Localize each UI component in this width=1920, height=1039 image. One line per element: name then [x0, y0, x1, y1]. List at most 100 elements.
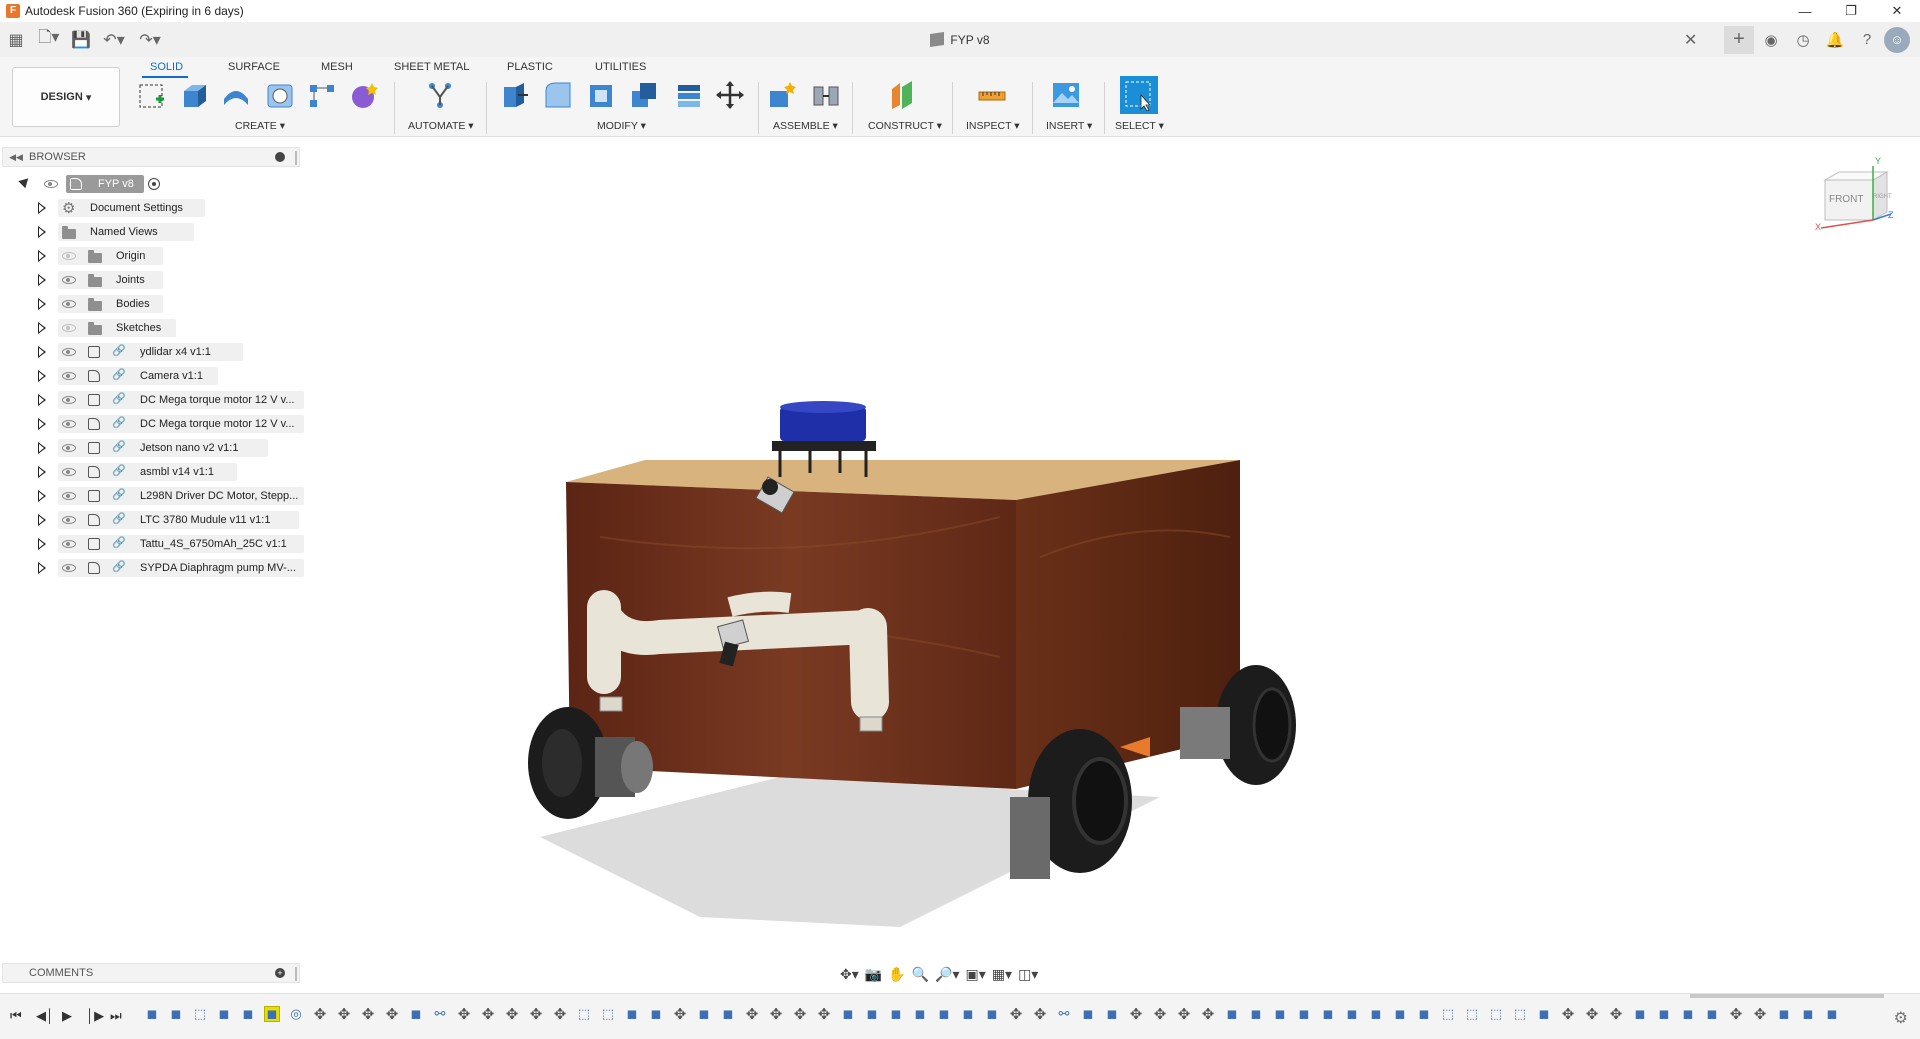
visibility-eye-icon[interactable] [62, 348, 76, 356]
pan-icon[interactable]: ✋ [888, 966, 905, 983]
timeline-move-feature-icon[interactable]: ✥ [1728, 1006, 1744, 1023]
timeline-move-feature-icon[interactable]: ✥ [528, 1006, 544, 1023]
timeline-move-feature-icon[interactable]: ✥ [360, 1006, 376, 1023]
browser-resize-handle[interactable] [295, 151, 297, 165]
timeline-move-feature-icon[interactable]: ✥ [792, 1006, 808, 1023]
timeline-body-feature-icon[interactable]: ◼ [168, 1006, 184, 1022]
timeline-move-feature-icon[interactable]: ✥ [744, 1006, 760, 1023]
timeline-body-feature-icon[interactable]: ◼ [888, 1006, 904, 1022]
expand-arrow-icon[interactable] [38, 513, 50, 527]
step-back-icon[interactable]: ◀│ [36, 1008, 54, 1024]
zoom-icon[interactable]: 🔍 [912, 966, 929, 983]
timeline-move-feature-icon[interactable]: ✥ [1560, 1006, 1576, 1023]
extensions-icon[interactable]: ◉ [1756, 26, 1786, 54]
expand-arrow-icon[interactable] [38, 465, 50, 479]
extrude-icon[interactable] [178, 79, 210, 111]
close-icon[interactable]: ✕ [1874, 0, 1920, 22]
timeline-move-feature-icon[interactable]: ✥ [816, 1006, 832, 1023]
expand-arrow-icon[interactable] [38, 345, 50, 359]
visibility-eye-icon[interactable] [62, 468, 76, 476]
timeline-body-feature-icon[interactable]: ◼ [1224, 1006, 1240, 1022]
timeline-body-feature-icon[interactable]: ◼ [1368, 1006, 1384, 1022]
tab-surface[interactable]: SURFACE [228, 61, 280, 73]
timeline-body-feature-icon[interactable]: ◼ [864, 1006, 880, 1022]
group-select[interactable]: SELECT ▾ [1115, 120, 1164, 132]
timeline-sketch-feature-icon[interactable]: ⬚ [576, 1006, 592, 1022]
timeline-joint-feature-icon[interactable]: ⚯ [432, 1006, 448, 1022]
expand-arrow-icon[interactable] [38, 561, 50, 575]
timeline-body-feature-icon[interactable]: ◼ [696, 1006, 712, 1022]
visibility-eye-icon[interactable] [62, 540, 76, 548]
timeline-body-feature-icon[interactable]: ◼ [840, 1006, 856, 1022]
timeline-body-feature-icon[interactable]: ◼ [984, 1006, 1000, 1022]
shell-icon[interactable] [586, 79, 618, 111]
timeline-body-feature-icon[interactable]: ◼ [960, 1006, 976, 1022]
timeline-sketch-feature-icon[interactable]: ⬚ [600, 1006, 616, 1022]
group-create[interactable]: CREATE ▾ [235, 120, 285, 132]
timeline-body-feature-icon[interactable]: ◼ [1416, 1006, 1432, 1022]
go-to-start-icon[interactable]: ⏮ [10, 1008, 22, 1024]
expand-arrow-icon[interactable] [38, 297, 50, 311]
timeline-body-feature-icon[interactable]: ◼ [264, 1006, 280, 1022]
tab-solid[interactable]: SOLID [150, 61, 183, 73]
timeline-body-feature-icon[interactable]: ◼ [1680, 1006, 1696, 1022]
group-construct[interactable]: CONSTRUCT ▾ [868, 120, 942, 132]
timeline-body-feature-icon[interactable]: ◼ [1656, 1006, 1672, 1022]
grid-menu-icon[interactable]: ▦ [0, 22, 32, 57]
visibility-eye-icon[interactable] [62, 396, 76, 404]
timeline-sketch-feature-icon[interactable]: ⬚ [192, 1006, 208, 1022]
expand-arrow-icon[interactable] [38, 537, 50, 551]
timeline-body-feature-icon[interactable]: ◼ [1080, 1006, 1096, 1022]
expand-arrow-icon[interactable] [38, 417, 50, 431]
browser-item[interactable]: Joints [0, 269, 300, 291]
visibility-eye-icon[interactable] [62, 492, 76, 500]
tab-plastic[interactable]: PLASTIC [507, 61, 553, 73]
timeline-body-feature-icon[interactable]: ◼ [408, 1006, 424, 1022]
3d-viewport[interactable] [300, 137, 1920, 967]
restore-icon[interactable]: ❐ [1828, 0, 1874, 22]
collapse-browser-icon[interactable]: ◀◀ [3, 152, 29, 163]
timeline-sketch-feature-icon[interactable]: ⬚ [1512, 1006, 1528, 1022]
minimize-icon[interactable]: — [1782, 0, 1828, 22]
display-settings-icon[interactable]: ▣▾ [966, 966, 986, 983]
timeline-body-feature-icon[interactable]: ◼ [1248, 1006, 1264, 1022]
orbit-icon[interactable]: ✥▾ [840, 966, 859, 983]
timeline-sketch-feature-icon[interactable]: ⬚ [1488, 1006, 1504, 1022]
revolve-icon[interactable] [220, 79, 252, 111]
browser-item[interactable]: Sketches [0, 317, 300, 339]
notifications-icon[interactable]: 🔔 [1820, 26, 1850, 54]
timeline-body-feature-icon[interactable]: ◼ [1536, 1006, 1552, 1022]
tab-utilities[interactable]: UTILITIES [595, 61, 646, 73]
timeline-move-feature-icon[interactable]: ✥ [1176, 1006, 1192, 1023]
save-icon[interactable]: 💾 [66, 22, 96, 57]
timeline-move-feature-icon[interactable]: ✥ [456, 1006, 472, 1023]
timeline-joint-feature-icon[interactable]: ⚯ [1056, 1006, 1072, 1022]
timeline-move-feature-icon[interactable]: ✥ [480, 1006, 496, 1023]
timeline-body-feature-icon[interactable]: ◼ [1800, 1006, 1816, 1022]
timeline-move-feature-icon[interactable]: ✥ [336, 1006, 352, 1023]
expand-arrow-icon[interactable] [38, 225, 50, 239]
go-to-end-icon[interactable]: ⏭ [110, 1008, 122, 1024]
collapse-root-icon[interactable] [18, 174, 32, 189]
tab-mesh[interactable]: MESH [321, 61, 353, 73]
viewcube-right-face[interactable]: RIGHT [1873, 194, 1892, 200]
timeline-body-feature-icon[interactable]: ◼ [144, 1006, 160, 1022]
timeline-body-feature-icon[interactable]: ◼ [240, 1006, 256, 1022]
pattern-icon[interactable] [306, 79, 338, 111]
user-avatar[interactable]: ☺ [1884, 26, 1910, 53]
automate-icon[interactable] [424, 79, 456, 111]
expand-arrow-icon[interactable] [38, 441, 50, 455]
group-inspect[interactable]: INSPECT ▾ [966, 120, 1020, 132]
add-comment-icon[interactable]: + [275, 968, 285, 978]
timeline-body-feature-icon[interactable]: ◼ [1296, 1006, 1312, 1022]
timeline-move-feature-icon[interactable]: ✥ [1008, 1006, 1024, 1023]
step-forward-icon[interactable]: │▶ [86, 1008, 104, 1024]
expand-arrow-icon[interactable] [38, 321, 50, 335]
timeline-move-feature-icon[interactable]: ✥ [312, 1006, 328, 1023]
visibility-eye-icon[interactable] [62, 420, 76, 428]
visibility-eye-icon[interactable] [62, 564, 76, 572]
group-modify[interactable]: MODIFY ▾ [597, 120, 646, 132]
comments-resize-handle[interactable] [295, 967, 297, 981]
new-tab-icon[interactable]: + [1724, 25, 1754, 54]
timeline-move-feature-icon[interactable]: ✥ [1152, 1006, 1168, 1023]
